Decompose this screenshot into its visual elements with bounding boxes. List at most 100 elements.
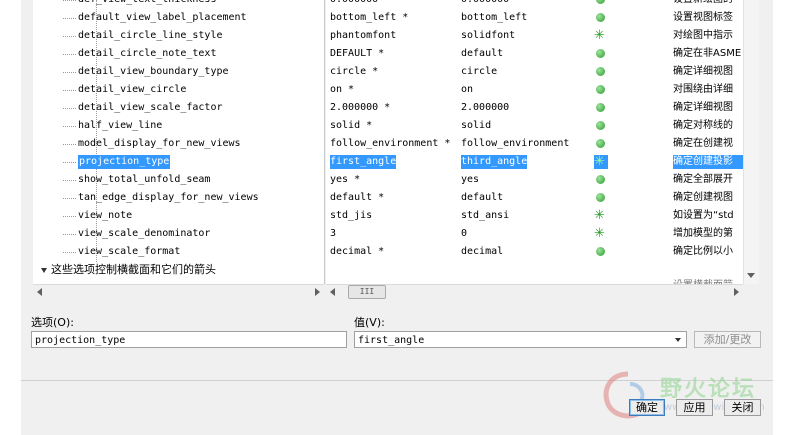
- default-value-cell: yes: [461, 174, 480, 185]
- scroll-left-icon[interactable]: [330, 288, 335, 296]
- values-horizontal-scrollbar[interactable]: [326, 284, 743, 300]
- chevron-down-icon[interactable]: [671, 333, 685, 346]
- tree-connector: [63, 126, 76, 127]
- status-dot-icon: [594, 9, 608, 27]
- dot-icon: [596, 175, 605, 184]
- tree-connector: [63, 162, 76, 163]
- option-name[interactable]: show_total_unfold_seam: [78, 171, 210, 189]
- description-cell: 确定在创建视: [673, 138, 733, 149]
- default-value-cell: 0.000000: [461, 0, 591, 9]
- close-button[interactable]: 关闭: [724, 399, 761, 416]
- description-cell: 确定对称线的: [673, 120, 733, 131]
- option-name[interactable]: detail_circle_note_text: [78, 45, 216, 63]
- tree-horizontal-scrollbar[interactable]: [33, 284, 324, 300]
- default-value-cell: on: [461, 84, 474, 95]
- current-value-cell[interactable]: default *: [330, 189, 455, 207]
- current-value-cell[interactable]: on *: [330, 81, 455, 99]
- star-icon: ✳: [594, 226, 605, 241]
- current-value-cell[interactable]: 0.000000 *: [330, 0, 455, 9]
- current-value-cell[interactable]: 2.000000 *: [330, 99, 455, 117]
- default-value-cell: 0: [461, 228, 468, 239]
- dot-icon: [596, 103, 605, 112]
- value-combobox[interactable]: first_angle: [354, 331, 687, 348]
- option-name[interactable]: view_note: [78, 207, 132, 225]
- default-value-cell: decimal: [461, 246, 504, 257]
- option-input[interactable]: projection_type: [31, 331, 347, 348]
- tree-connector: [63, 0, 76, 1]
- description-cell: 增加模型的第: [673, 228, 733, 239]
- dot-icon: [596, 49, 605, 58]
- default-value-cell: solidfont: [461, 30, 516, 41]
- tree-group-cross-section[interactable]: 这些选项控制横截面和它们的箭头: [41, 261, 216, 279]
- current-value-cell[interactable]: std_jis: [330, 207, 455, 225]
- add-change-button[interactable]: 添加/更改: [694, 331, 761, 348]
- tree-connector: [63, 234, 76, 235]
- scroll-thumb[interactable]: III: [348, 285, 386, 299]
- scroll-right-icon[interactable]: [734, 288, 739, 296]
- default-value-cell: default: [461, 48, 504, 59]
- option-name[interactable]: def_view_text_thickness: [78, 0, 216, 9]
- default-value-cell: follow_environment: [461, 138, 570, 149]
- changed-star-icon: ✳: [594, 207, 608, 225]
- description-cell: 确定比例以小: [673, 246, 733, 257]
- description-cell: 确定创建视图: [673, 192, 733, 203]
- default-value-cell: std_ansi: [461, 210, 510, 221]
- tree-connector: [63, 36, 76, 37]
- background-right: [773, 0, 799, 435]
- current-value-cell[interactable]: first_angle: [330, 155, 397, 169]
- star-icon: ✳: [594, 208, 605, 223]
- option-name[interactable]: model_display_for_new_views: [78, 135, 241, 153]
- scroll-right-icon[interactable]: [315, 288, 320, 296]
- option-name[interactable]: projection_type: [78, 155, 171, 169]
- tree-connector: [63, 108, 76, 109]
- star-icon: ✳: [594, 155, 605, 169]
- current-value-cell[interactable]: decimal *: [330, 243, 455, 261]
- description-cell: 确定创建投影: [673, 155, 743, 169]
- tree-connector: [63, 180, 76, 181]
- dot-icon: [596, 121, 605, 130]
- vertical-scrollbar[interactable]: [743, 0, 759, 284]
- option-name[interactable]: default_view_label_placement: [78, 9, 247, 27]
- expand-toggle-icon[interactable]: [41, 267, 47, 273]
- default-value-cell: solid: [461, 120, 492, 131]
- current-value-cell[interactable]: yes *: [330, 171, 455, 189]
- option-name[interactable]: detail_view_circle: [78, 81, 186, 99]
- option-name[interactable]: detail_view_boundary_type: [78, 63, 229, 81]
- status-dot-icon: [594, 117, 608, 135]
- description-cell: 设置视图标签: [673, 12, 733, 23]
- current-value-cell[interactable]: DEFAULT *: [330, 45, 455, 63]
- default-value-cell: 2.000000: [461, 102, 510, 113]
- tree-connector: [63, 72, 76, 73]
- apply-button[interactable]: 应用: [676, 399, 713, 416]
- scroll-down-icon[interactable]: [747, 273, 755, 278]
- scroll-left-icon[interactable]: [37, 288, 42, 296]
- status-dot-icon: [594, 243, 608, 261]
- group-label: 这些选项控制横截面和它们的箭头: [51, 263, 216, 276]
- status-dot-icon: [594, 189, 608, 207]
- option-name[interactable]: detail_circle_line_style: [78, 27, 223, 45]
- dot-icon: [596, 13, 605, 22]
- current-value-cell[interactable]: phantomfont: [330, 27, 455, 45]
- option-name[interactable]: detail_view_scale_factor: [78, 99, 223, 117]
- option-name[interactable]: view_scale_denominator: [78, 225, 210, 243]
- dot-icon: [596, 193, 605, 202]
- current-value-cell[interactable]: circle *: [330, 63, 455, 81]
- current-value-cell[interactable]: 3: [330, 225, 455, 243]
- option-name[interactable]: tan_edge_display_for_new_views: [78, 189, 259, 207]
- default-value-cell: bottom_left: [461, 12, 528, 23]
- current-value-cell[interactable]: solid *: [330, 117, 455, 135]
- status-dot-icon: [594, 99, 608, 117]
- option-name[interactable]: view_scale_format: [78, 243, 180, 261]
- option-name[interactable]: half_view_line: [78, 117, 162, 135]
- value-label: 值(V):: [354, 316, 385, 329]
- current-value-cell[interactable]: follow_environment *: [330, 135, 455, 153]
- tree-connector: [63, 252, 76, 253]
- background-left: [0, 0, 21, 435]
- star-icon: ✳: [594, 28, 605, 43]
- current-value-cell[interactable]: bottom_left *: [330, 9, 455, 27]
- tree-connector: [63, 216, 76, 217]
- dot-icon: [596, 85, 605, 94]
- description-cell: 对绘图中指示: [673, 30, 733, 41]
- ok-button[interactable]: 确定: [629, 399, 665, 416]
- status-dot-icon: [594, 45, 608, 63]
